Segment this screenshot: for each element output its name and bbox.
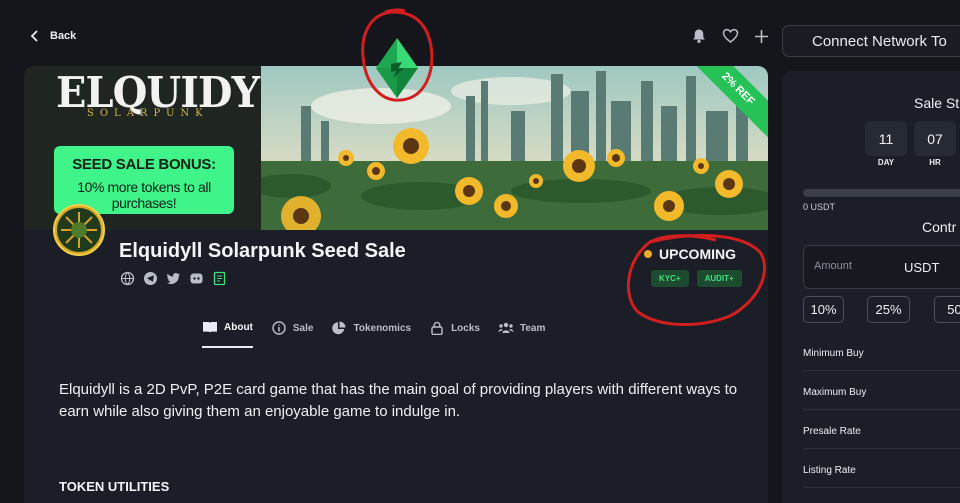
status-dot [644, 250, 652, 258]
heart-icon[interactable] [721, 27, 739, 45]
quick-amount-25[interactable]: 25% [867, 296, 910, 323]
project-card: ELQUIDYLL SOLARPUNK SEED SALE BONUS: 10%… [24, 66, 768, 503]
quick-amount-10[interactable]: 10% [803, 296, 844, 323]
audit-badge: AUDIT+ [696, 270, 742, 287]
bonus-title: SEED SALE BONUS: [72, 156, 216, 173]
brand-subtitle: SOLARPUNK [87, 108, 209, 119]
quick-amount-50[interactable]: 50 [934, 296, 960, 323]
presale-rate-row: Presale Rate [803, 426, 960, 449]
amount-field: USDT [803, 245, 960, 289]
raised-amount: 0 USDT [803, 202, 836, 212]
team-icon [498, 322, 514, 333]
raise-progress-bar [803, 189, 960, 197]
book-icon [203, 322, 217, 333]
tab-tokenomics-label: Tokenomics [353, 322, 412, 334]
status-label: UPCOMING [659, 246, 736, 262]
top-icons [690, 27, 770, 45]
tab-sale-label: Sale [292, 322, 314, 334]
bell-icon[interactable] [690, 27, 708, 45]
minimum-buy-row: Minimum Buy [803, 348, 960, 371]
tab-about-label: About [224, 321, 253, 333]
back-label: Back [50, 30, 77, 42]
project-avatar [53, 204, 105, 256]
tab-team[interactable]: Team [498, 320, 545, 348]
project-title: Elquidyll Solarpunk Seed Sale [119, 240, 406, 262]
sale-title: Sale St [914, 95, 960, 111]
currency-label: USDT [904, 260, 940, 275]
telegram-icon[interactable] [143, 271, 158, 286]
countdown-days: 11 [865, 121, 907, 156]
social-links [120, 271, 227, 286]
tab-sale[interactable]: Sale [271, 320, 314, 348]
globe-icon[interactable] [120, 271, 135, 286]
contribute-title: Contr [922, 219, 957, 235]
chevron-left-icon [30, 30, 38, 42]
sale-status: UPCOMING [644, 246, 736, 262]
countdown-hours: 07 [914, 121, 956, 156]
sale-panel: Sale St 11 DAY 07 HR 0 USDT Contr USDT 1… [782, 71, 960, 503]
countdown-days-label: DAY [877, 158, 895, 167]
maximum-buy-row: Maximum Buy [803, 387, 960, 410]
banner-artwork [261, 66, 768, 230]
discord-icon[interactable] [189, 271, 204, 286]
amount-input[interactable] [814, 260, 884, 272]
connect-network-button[interactable]: Connect Network To [782, 25, 960, 57]
plus-icon[interactable] [752, 27, 770, 45]
document-icon[interactable] [212, 271, 227, 286]
back-button[interactable]: Back [30, 30, 76, 42]
twitter-icon[interactable] [166, 271, 181, 286]
verification-badges: KYC+ AUDIT+ [651, 270, 742, 287]
listing-rate-row: Listing Rate [803, 465, 960, 488]
info-icon [272, 321, 286, 335]
countdown-hours-label: HR [929, 158, 941, 167]
tab-locks-label: Locks [451, 322, 480, 334]
pie-icon [332, 321, 346, 335]
banner-promo: ELQUIDYLL SOLARPUNK SEED SALE BONUS: 10%… [24, 66, 314, 230]
tab-locks[interactable]: Locks [429, 320, 480, 348]
tab-tokenomics[interactable]: Tokenomics [331, 320, 411, 348]
kyc-badge: KYC+ [651, 270, 689, 287]
tab-about[interactable]: About [202, 320, 253, 348]
section-heading: TOKEN UTILITIES [59, 479, 170, 494]
project-tabs: About Sale Tokenomics Locks Team [202, 320, 545, 348]
project-description: Elquidyll is a 2D PvP, P2E card game tha… [59, 381, 738, 420]
top-bar: Back Connect Network To [0, 0, 960, 66]
site-logo-icon[interactable] [376, 38, 418, 98]
lock-icon [431, 321, 443, 335]
tab-team-label: Team [519, 322, 546, 334]
